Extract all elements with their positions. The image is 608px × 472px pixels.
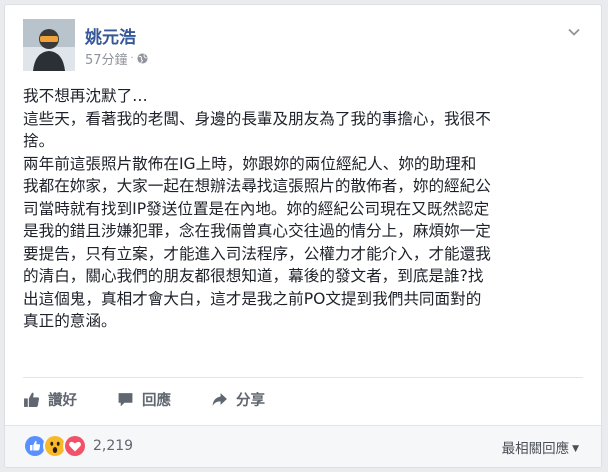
caret-down-icon: ▼ [572,444,579,454]
comment-icon [118,392,133,406]
love-reaction-icon [63,434,87,458]
comment-button[interactable]: 回應 [117,389,171,410]
post-card: 姚元浩 57分鐘 · 我不想再沈默了… 這些天，看著我的老闆、身邊的長輩及朋友為… [4,4,602,468]
divider [23,377,583,378]
meta-separator: · [130,53,134,64]
post-text-line: 我都在妳家，大家一起在想辦法尋找這張照片的散佈者，妳的經紀公 [23,177,491,195]
action-bar: 讚好 回應 分享 [23,383,423,415]
share-label: 分享 [236,392,265,409]
post-header: 姚元浩 57分鐘 · [23,19,583,75]
post-text-line: 我不想再沈默了… [23,87,148,105]
post-time[interactable]: 57分鐘 [85,49,128,68]
post-text-line: 要提告，只有立案，才能進入司法程序，公權力才能介入，才能還我 [23,244,491,263]
reactions-summary[interactable]: 2,219 [23,434,133,458]
post-text-line: 這些天，看著我的老闆、身邊的長輩及朋友為了我的事擔心，我很不 [23,109,491,128]
comment-sort-dropdown[interactable]: 最相關回應 ▼ [502,437,579,457]
globe-icon [137,53,148,64]
avatar[interactable] [23,19,75,71]
post-text-line: 的清白，關心我們的朋友都很想知道，幕後的發文者，到底是誰?找 [23,267,484,285]
like-button[interactable]: 讚好 [23,389,77,410]
chevron-down-icon[interactable] [567,25,581,39]
reaction-count: 2,219 [93,438,134,454]
post-meta: 57分鐘 · [85,49,148,68]
share-button[interactable]: 分享 [211,389,265,410]
post-author[interactable]: 姚元浩 [85,23,136,48]
share-arrow-icon [212,392,227,406]
post-text-line: 真正的意涵。 [23,312,117,330]
thumbs-up-icon [24,392,39,407]
post-text-line: 捨。 [23,132,55,150]
post-body: 我不想再沈默了… 這些天，看著我的老闆、身邊的長輩及朋友為了我的事擔心，我很不 … [23,85,589,333]
sort-label: 最相關回應 [501,441,570,457]
post-text-line: 是我的錯且涉嫌犯罪，念在我倆曾真心交往過的情分上，麻煩妳一定 [23,222,491,240]
post-text-line: 兩年前這張照片散佈在IG上時，妳跟妳的兩位經紀人、妳的助理和 [23,154,477,173]
like-label: 讚好 [48,392,77,409]
post-text-line: 司當時就有找到IP發送位置是在內地。妳的經紀公司現在又既然認定 [23,199,490,218]
post-text-line: 出這個鬼，真相才會大白，這才是我之前PO文提到我們共同面對的 [23,289,482,308]
comment-label: 回應 [142,392,171,409]
post-footer: 2,219 最相關回應 ▼ [5,426,601,467]
